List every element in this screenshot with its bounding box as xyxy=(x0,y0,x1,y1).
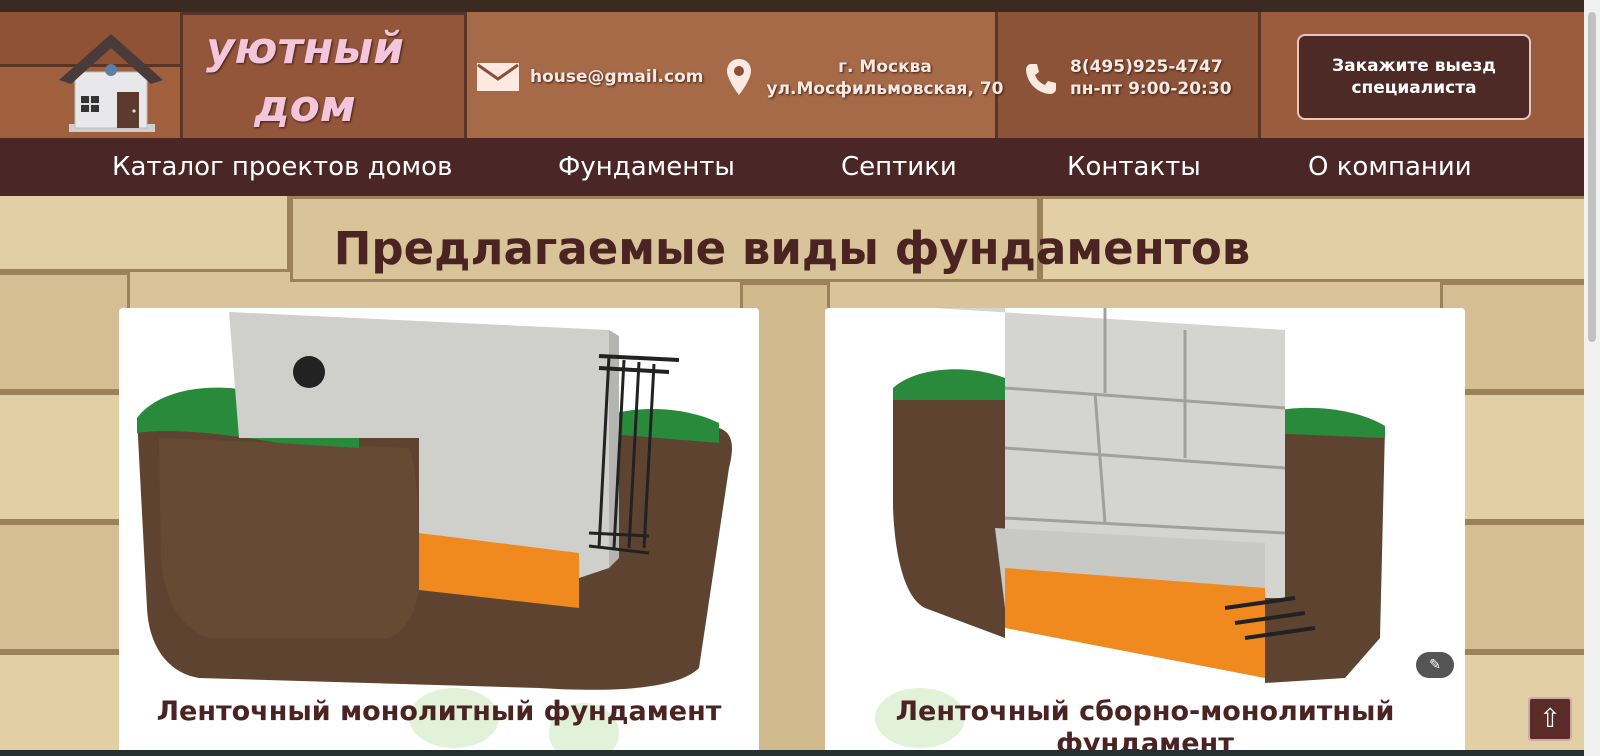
nav-item-catalog[interactable]: Каталог проектов домов xyxy=(112,138,452,196)
working-hours: пн-пт 9:00-20:30 xyxy=(1070,79,1232,99)
map-pin-icon xyxy=(727,59,751,95)
logo-line-1: уютный xyxy=(206,23,404,74)
wall-brick xyxy=(0,272,130,392)
bottom-bar xyxy=(0,750,1584,756)
address-street: ул.Мосфильмовская, 70 xyxy=(766,79,1004,99)
envelope-icon xyxy=(477,63,519,91)
phone-block: 8(495)925-4747 пн-пт 9:00-20:30 xyxy=(1070,56,1232,100)
site-logo-text[interactable]: уютный дом xyxy=(190,20,420,136)
house-logo-icon[interactable] xyxy=(55,26,165,138)
magic-wand-icon[interactable]: ✎ xyxy=(1416,652,1454,678)
nav-item-about[interactable]: О компании xyxy=(1308,138,1472,196)
logo-line-2: дом xyxy=(254,81,356,132)
address: г. Москва ул.Мосфильмовская, 70 xyxy=(760,56,1010,100)
phone-icon xyxy=(1026,64,1056,94)
wall-brick xyxy=(0,392,130,522)
section-heading: Предлагаемые виды фундаментов xyxy=(333,222,1251,275)
scroll-to-top-button[interactable]: ⇧ xyxy=(1528,697,1572,741)
wall-brick xyxy=(0,652,130,756)
nav-item-septics[interactable]: Септики xyxy=(841,138,957,196)
foundation-card[interactable]: Ленточный сборно-монолитный фундамент xyxy=(825,308,1465,756)
nav-item-foundations[interactable]: Фундаменты xyxy=(558,138,735,196)
cta-line-2: специалиста xyxy=(1351,78,1477,98)
strip-monolithic-foundation-image xyxy=(119,308,759,693)
scrollbar-thumb[interactable] xyxy=(1588,12,1596,342)
wall-brick xyxy=(0,522,130,652)
phone-number[interactable]: 8(495)925-4747 xyxy=(1070,56,1232,78)
card-title[interactable]: Ленточный монолитный фундамент xyxy=(119,696,759,728)
order-specialist-button[interactable]: Закажите выезд специалиста xyxy=(1297,34,1531,120)
strip-prefab-monolithic-foundation-image xyxy=(825,308,1465,693)
nav-item-contacts[interactable]: Контакты xyxy=(1067,138,1201,196)
arrow-up-icon: ⇧ xyxy=(1539,704,1561,734)
site-header: уютный дом house@gmail.com г. Москва ул.… xyxy=(0,12,1584,138)
card-title[interactable]: Ленточный сборно-монолитный фундамент xyxy=(825,696,1465,756)
foundation-card[interactable]: Ленточный монолитный фундамент xyxy=(119,308,759,756)
email-link[interactable]: house@gmail.com xyxy=(530,67,703,87)
cta-line-1: Закажите выезд xyxy=(1332,56,1496,76)
top-strip xyxy=(0,0,1584,12)
main-nav: Каталог проектов домов Фундаменты Септик… xyxy=(0,138,1584,196)
address-city: г. Москва xyxy=(838,57,932,77)
